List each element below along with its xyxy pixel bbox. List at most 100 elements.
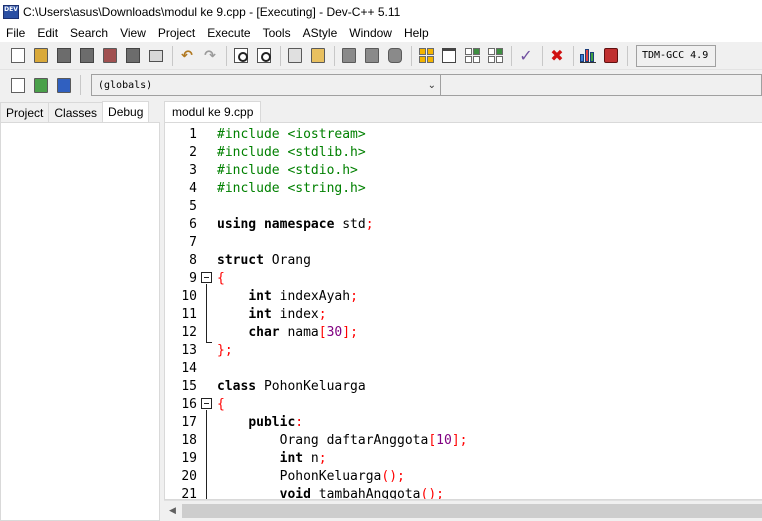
bookmark-next-button[interactable] (362, 46, 382, 66)
code-token: { (217, 397, 225, 412)
tab-debug[interactable]: Debug (102, 101, 150, 122)
code-line[interactable]: PohonKeluarga(); (217, 468, 762, 486)
menu-file[interactable]: File (0, 26, 31, 40)
scrollbar-thumb[interactable] (182, 504, 762, 518)
toolbar-separator (573, 45, 574, 66)
menu-edit[interactable]: Edit (31, 26, 64, 40)
code-editor[interactable]: 1 2 3 4 5 6 7 8 9 10 11 12 13 14 15 16 17 18 19 20 21 #inclu… (164, 122, 762, 500)
code-token: #include <string.h> (217, 181, 366, 196)
code-line[interactable]: Orang daftarAnggota[10]; (217, 432, 762, 450)
new-file-button[interactable] (8, 46, 28, 66)
profile-button[interactable] (578, 46, 598, 66)
scroll-left-icon[interactable]: ◀ (164, 501, 181, 521)
comment-button[interactable] (385, 46, 405, 66)
code-area[interactable]: #include <iostream> #include <stdlib.h> #i… (217, 123, 762, 499)
code-line[interactable] (217, 234, 762, 252)
code-line[interactable]: public: (217, 414, 762, 432)
code-token: [ (428, 433, 437, 448)
compiler-select[interactable]: TDM-GCC 4.9 (636, 44, 716, 67)
code-line[interactable]: struct Orang (217, 252, 762, 270)
open-file-button[interactable] (31, 46, 51, 66)
code-token: class (217, 379, 257, 394)
chevron-down-icon[interactable]: ⌄ (428, 80, 436, 91)
fold-toggle-class[interactable] (201, 398, 212, 409)
close-file-button[interactable] (100, 46, 120, 66)
save-button[interactable] (54, 46, 74, 66)
code-line[interactable]: { (217, 396, 762, 414)
code-line[interactable]: int indexAyah; (217, 288, 762, 306)
menu-search[interactable]: Search (64, 26, 114, 40)
close-all-button[interactable] (123, 46, 143, 66)
compile-run-button[interactable] (462, 46, 482, 66)
code-line[interactable] (217, 360, 762, 378)
arrow-right-icon (34, 77, 48, 93)
menu-view[interactable]: View (114, 26, 152, 40)
menu-astyle[interactable]: AStyle (297, 26, 344, 40)
code-line[interactable]: char nama[30]; (217, 324, 762, 342)
code-token: { (217, 271, 225, 286)
horizontal-scrollbar[interactable]: ◀ (164, 500, 762, 521)
menu-project[interactable]: Project (152, 26, 201, 40)
line-number: 15 (181, 379, 197, 394)
code-line[interactable]: int n; (217, 450, 762, 468)
delete-profile-button[interactable] (601, 46, 621, 66)
code-line[interactable]: void tambahAnggota(); (217, 486, 762, 500)
tab-classes[interactable]: Classes (48, 102, 104, 122)
print-icon (149, 49, 163, 62)
menu-tools[interactable]: Tools (257, 26, 297, 40)
code-token: using namespace (217, 217, 335, 232)
undo-button[interactable]: ↶ (177, 46, 197, 66)
run-button[interactable] (439, 46, 459, 66)
rebuild-button[interactable] (485, 46, 505, 66)
code-line[interactable]: #include <string.h> (217, 180, 762, 198)
code-line[interactable]: }; (217, 342, 762, 360)
code-token: }; (217, 343, 233, 358)
code-line[interactable]: #include <stdio.h> (217, 162, 762, 180)
code-line[interactable]: int index; (217, 306, 762, 324)
bookmark-prev-button[interactable] (339, 46, 359, 66)
code-token: void (279, 487, 311, 500)
code-token: int (248, 289, 272, 304)
goto-line-icon (311, 48, 325, 63)
print-button[interactable] (146, 46, 166, 66)
line-number: 1 (189, 127, 197, 142)
code-line[interactable]: #include <iostream> (217, 126, 762, 144)
menu-help[interactable]: Help (398, 26, 435, 40)
menu-window[interactable]: Window (343, 26, 398, 40)
save-icon (57, 48, 71, 63)
save-all-button[interactable] (77, 46, 97, 66)
indent-button[interactable] (285, 46, 305, 66)
redo-button[interactable]: ↷ (200, 46, 220, 66)
code-token: #include <stdlib.h> (217, 145, 366, 160)
debug-panel[interactable] (0, 122, 160, 521)
code-token: 30 (326, 325, 343, 340)
fold-toggle-struct[interactable] (201, 272, 212, 283)
tab-modul-ke-9-cpp[interactable]: modul ke 9.cpp (164, 101, 262, 122)
code-line[interactable]: using namespace std; (217, 216, 762, 234)
goto-definition-button[interactable] (54, 75, 74, 95)
tab-project[interactable]: Project (0, 102, 50, 122)
code-line[interactable]: class PohonKeluarga (217, 378, 762, 396)
devcpp-app-icon[interactable]: DEV (3, 4, 19, 19)
code-line[interactable]: #include <stdlib.h> (217, 144, 762, 162)
member-select[interactable] (441, 74, 762, 96)
line-number: 9 (189, 271, 197, 286)
stop-execution-button[interactable]: ✖ (547, 46, 567, 66)
syntax-check-button[interactable]: ✓ (516, 46, 536, 66)
code-line[interactable] (217, 198, 762, 216)
code-token: ; (350, 289, 358, 304)
compile-button[interactable] (416, 46, 436, 66)
scope-select[interactable]: (globals) ⌄ (91, 74, 441, 96)
replace-button[interactable] (254, 46, 274, 66)
goto-declaration-button[interactable] (31, 75, 51, 95)
close-file-icon (103, 48, 117, 63)
find-button[interactable] (231, 46, 251, 66)
insert-button[interactable] (8, 75, 28, 95)
goto-line-button[interactable] (308, 46, 328, 66)
menu-execute[interactable]: Execute (201, 26, 256, 40)
replace-icon (257, 48, 271, 63)
code-line[interactable]: { (217, 270, 762, 288)
save-all-icon (80, 48, 94, 63)
toolbar-separator (280, 45, 281, 66)
